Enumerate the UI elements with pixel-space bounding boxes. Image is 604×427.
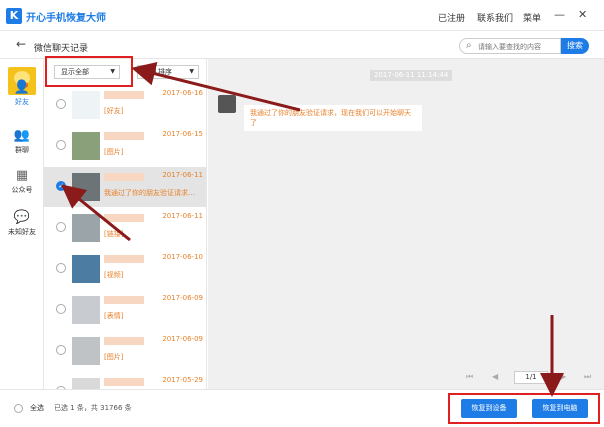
grid-icon: ▦ — [15, 168, 29, 183]
page-title: 微信聊天记录 — [34, 44, 89, 54]
contact-thumbnail — [72, 255, 100, 283]
highlight-box-filter — [45, 56, 133, 87]
list-item[interactable]: 2017-06-10 [视频] — [44, 249, 206, 289]
sidebar-item-label: 未知好友 — [8, 228, 36, 236]
contact-thumbnail — [72, 214, 100, 242]
list-item[interactable]: 2017-05-29摘码 — [44, 372, 206, 389]
row-message: [链接] — [104, 230, 124, 238]
message-timestamp: 2017-06-11 11:14:44 — [370, 70, 453, 81]
contact-name-blurred — [104, 132, 144, 140]
chat-icon: 💬 — [13, 210, 31, 225]
search-input[interactable] — [478, 41, 558, 52]
row-date: 2017-05-29 — [162, 376, 203, 384]
contact-thumbnail — [72, 296, 100, 324]
row-message: [视频] — [104, 271, 124, 279]
contact-name-blurred — [104, 296, 144, 304]
menu-link[interactable]: 菜单 — [523, 11, 541, 24]
app-title: 开心手机恢复大师 — [26, 13, 106, 24]
row-message: [好友] — [104, 107, 124, 115]
page-indicator[interactable]: 1/1 — [514, 371, 548, 384]
group-icon: 👥 — [13, 128, 31, 143]
list-item[interactable]: 2017-06-11 [链接] — [44, 208, 206, 248]
row-radio[interactable] — [56, 99, 66, 109]
page-header: ← 微信聊天记录 ⌕ 搜索 — [0, 31, 604, 59]
search-button[interactable]: 搜索 — [561, 38, 589, 54]
sidebar-item-1[interactable]: 👥 群聊 — [0, 128, 44, 155]
list-item[interactable]: ✓ 2017-06-11 我通过了你的朋友验证请求… — [44, 167, 206, 207]
row-radio[interactable] — [56, 263, 66, 273]
list-item[interactable]: 2017-06-16 [好友] — [44, 85, 206, 125]
close-button[interactable]: ✕ — [578, 8, 587, 21]
search-box: ⌕ — [459, 38, 561, 54]
row-radio[interactable] — [56, 140, 66, 150]
row-radio[interactable] — [56, 345, 66, 355]
sidebar-item-label: 好友 — [15, 98, 29, 106]
search-icon: ⌕ — [466, 40, 472, 51]
row-date: 2017-06-11 — [162, 171, 203, 179]
list-item[interactable]: 2017-06-15 [图片] — [44, 126, 206, 166]
row-radio[interactable] — [56, 222, 66, 232]
contact-thumbnail — [72, 337, 100, 365]
sort-label: 默认排序 — [144, 68, 172, 76]
list-item[interactable]: 2017-06-09 [图片] — [44, 331, 206, 371]
back-arrow-icon[interactable]: ← — [16, 37, 26, 51]
row-date: 2017-06-10 — [162, 253, 203, 261]
left-sidebar: 👤 好友 👥 群聊 ▦ 公众号 💬 未知好友 — [0, 59, 44, 389]
contact-thumbnail — [72, 378, 100, 389]
contact-avatar — [218, 95, 236, 113]
prev-page-icon[interactable]: ◀ — [492, 372, 498, 381]
highlight-box-restore — [448, 393, 600, 424]
last-page-icon[interactable]: ⏭ — [584, 372, 591, 382]
row-message: [图片] — [104, 148, 124, 156]
row-date: 2017-06-09 — [162, 294, 203, 302]
contact-name-blurred — [104, 378, 144, 386]
minimize-button[interactable]: — — [554, 8, 565, 21]
contact-us-link[interactable]: 联系我们 — [477, 11, 513, 24]
contact-name-blurred — [104, 214, 144, 222]
row-message: 我通过了你的朋友验证请求… — [104, 189, 195, 197]
registered-link[interactable]: 已注册 — [438, 11, 465, 24]
row-date: 2017-06-09 — [162, 335, 203, 343]
title-bar: K 开心手机恢复大师 已注册 联系我们 菜单 — ✕ — [0, 0, 604, 31]
select-all-radio[interactable] — [14, 404, 23, 413]
contact-name-blurred — [104, 173, 144, 181]
row-date: 2017-06-15 — [162, 130, 203, 138]
row-radio[interactable] — [56, 304, 66, 314]
sidebar-item-label: 公众号 — [11, 186, 33, 194]
message-bubble: 我通过了你的朋友验证请求，现在我们可以开始聊天了 — [244, 105, 422, 131]
row-radio[interactable]: ✓ — [56, 181, 66, 191]
first-page-icon[interactable]: ⏮ — [466, 372, 473, 382]
row-message: [表情] — [104, 312, 124, 320]
person-icon: 👤 — [13, 80, 31, 95]
list-item[interactable]: 2017-06-09 [表情] — [44, 290, 206, 330]
contact-name-blurred — [104, 91, 144, 99]
contact-name-blurred — [104, 337, 144, 345]
pagination: ⏮ ◀ 1/1 ▶ ⏭ — [464, 371, 604, 385]
row-date: 2017-06-11 — [162, 212, 203, 220]
row-date: 2017-06-16 — [162, 89, 203, 97]
row-message: [图片] — [104, 353, 124, 361]
sidebar-item-0[interactable]: 👤 好友 — [0, 80, 44, 107]
contact-name-blurred — [104, 255, 144, 263]
sidebar-item-2[interactable]: ▦ 公众号 — [0, 168, 44, 195]
chat-list-pane: 显示全部 ▼ 默认排序 ▼ 2017-06-16 [好友] 2017-06-15 [图… — [44, 59, 207, 389]
chat-content-pane: 2017-06-11 11:14:44 我通过了你的朋友验证请求，现在我们可以开… — [208, 59, 604, 389]
contact-thumbnail — [72, 91, 100, 119]
select-all-label[interactable]: 全选 — [30, 403, 44, 413]
sidebar-item-label: 群聊 — [15, 146, 29, 154]
next-page-icon[interactable]: ▶ — [560, 372, 566, 381]
contact-thumbnail — [72, 132, 100, 160]
sort-dropdown[interactable]: 默认排序 ▼ — [137, 65, 199, 79]
contact-thumbnail — [72, 173, 100, 201]
app-logo: K — [6, 8, 22, 24]
selection-count: 已选 1 条，共 31766 条 — [54, 404, 132, 412]
sidebar-item-3[interactable]: 💬 未知好友 — [0, 210, 44, 237]
chevron-down-icon: ▼ — [189, 68, 194, 75]
